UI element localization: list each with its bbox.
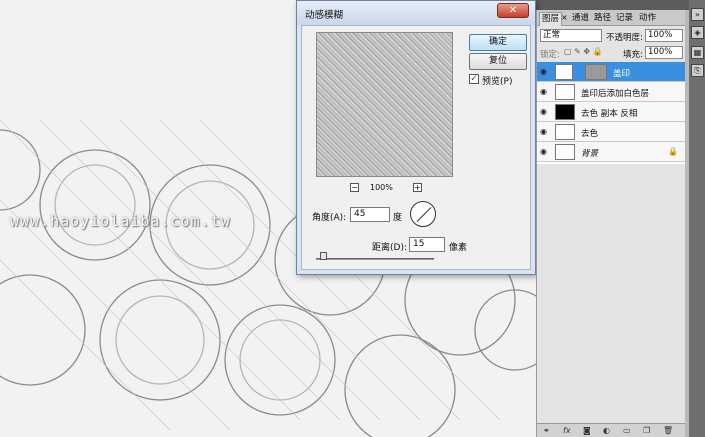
- lock-row: 锁定: ▢ ✎ ✥ 🔒 填充: 100%: [537, 45, 685, 61]
- layer-thumbnail: [555, 84, 575, 100]
- fill-input[interactable]: 100%: [645, 46, 683, 59]
- layer-row[interactable]: ◉ 去色: [537, 122, 686, 142]
- tab-channels[interactable]: 通道: [570, 12, 591, 26]
- eye-icon[interactable]: ◉: [540, 108, 550, 116]
- tab-layers[interactable]: 图层: [539, 12, 563, 26]
- eye-icon[interactable]: ◉: [540, 88, 550, 96]
- motion-blur-dialog: 动感模糊 ✕ − 100% + 确定 复位 ✓ 预览(P) 角度(A): 45 …: [296, 0, 536, 275]
- zoom-out-button[interactable]: −: [350, 183, 359, 192]
- clone-source-icon[interactable]: ⎘: [691, 64, 704, 77]
- panel-tabs: 图层 × 通道 路径 记录 动作: [537, 10, 685, 26]
- panel-bottom-bar: ⚭ fx ◙ ◐ ▭ ❐ 🗑: [537, 423, 685, 437]
- angle-input[interactable]: 45: [350, 207, 390, 222]
- preview-label: 预览(P): [482, 77, 513, 87]
- layer-row[interactable]: ◉ 盖印后添加白色层: [537, 82, 686, 102]
- distance-slider-track[interactable]: [316, 258, 434, 260]
- layer-thumbnail: [555, 124, 575, 140]
- new-layer-icon[interactable]: ❐: [643, 426, 650, 435]
- collapse-icon[interactable]: »: [691, 8, 704, 21]
- layer-thumbnail: [555, 64, 573, 80]
- zoom-in-button[interactable]: +: [413, 183, 422, 192]
- dialog-body: − 100% + 确定 复位 ✓ 预览(P) 角度(A): 45 度 距离(D)…: [301, 25, 531, 270]
- layers-list: ◉ 盖印 ◉ 盖印后添加白色层 ◉ 去色 副本 反相 ◉ 去色 ◉ 背景 🔒: [537, 62, 686, 164]
- brush-preset-icon[interactable]: ▦: [691, 46, 704, 59]
- lock-icon: 🔒: [668, 147, 678, 156]
- mask-icon[interactable]: ◙: [583, 426, 591, 435]
- layer-row[interactable]: ◉ 背景 🔒: [537, 142, 686, 162]
- blend-mode-select[interactable]: 正常: [540, 29, 602, 42]
- layer-name: 去色: [581, 129, 599, 139]
- dialog-titlebar[interactable]: 动感模糊 ✕: [297, 1, 535, 25]
- preview-checkbox[interactable]: ✓: [469, 74, 479, 84]
- layer-row[interactable]: ◉ 去色 副本 反相: [537, 102, 686, 122]
- opacity-label: 不透明度:: [606, 33, 643, 43]
- tab-paths[interactable]: 路径: [592, 12, 613, 26]
- watermark-text: www.haoyiolaiba.com.tw: [10, 212, 231, 230]
- eye-icon[interactable]: ◉: [540, 68, 550, 76]
- layer-row[interactable]: ◉ 盖印: [537, 62, 686, 82]
- eye-icon[interactable]: ◉: [540, 148, 550, 156]
- fill-label: 填充:: [623, 50, 643, 60]
- filter-preview[interactable]: [316, 32, 453, 177]
- layers-panel: 图层 × 通道 路径 记录 动作 正常 不透明度: 100% 锁定: ▢ ✎ ✥…: [536, 10, 686, 437]
- lock-icons[interactable]: ▢ ✎ ✥ 🔒: [564, 47, 603, 56]
- side-toolbar: » ◈ ▦ ⎘: [689, 0, 705, 437]
- layer-thumbnail: [555, 104, 575, 120]
- angle-dial[interactable]: [410, 201, 436, 227]
- fx-icon[interactable]: fx: [563, 426, 571, 435]
- angle-label: 角度(A):: [312, 213, 347, 223]
- tab-close-icon[interactable]: ×: [561, 13, 568, 22]
- blend-row: 正常 不透明度: 100%: [537, 28, 685, 44]
- layer-name: 盖印: [613, 69, 631, 79]
- zoom-percent: 100%: [370, 183, 393, 192]
- eye-icon[interactable]: ◉: [540, 128, 550, 136]
- layer-name: 盖印后添加白色层: [581, 89, 650, 99]
- distance-label: 距离(D):: [372, 243, 407, 253]
- opacity-input[interactable]: 100%: [645, 29, 683, 42]
- distance-slider-thumb[interactable]: [320, 252, 327, 260]
- reset-button[interactable]: 复位: [469, 53, 527, 70]
- adjustment-icon[interactable]: ◐: [603, 426, 610, 435]
- layer-name: 背景: [581, 149, 599, 159]
- layer-thumbnail: [555, 144, 575, 160]
- tab-history[interactable]: 记录: [614, 12, 635, 26]
- close-icon[interactable]: ✕: [497, 3, 529, 18]
- distance-unit: 像素: [449, 243, 468, 253]
- layer-mask-thumbnail: [585, 64, 607, 80]
- dialog-title: 动感模糊: [305, 10, 344, 21]
- tab-actions[interactable]: 动作: [637, 12, 658, 26]
- panel-top-strip: [536, 0, 689, 10]
- link-icon[interactable]: ⚭: [543, 426, 550, 435]
- distance-input[interactable]: 15: [409, 237, 445, 252]
- lock-label: 锁定:: [540, 50, 560, 60]
- group-icon[interactable]: ▭: [623, 426, 631, 435]
- trash-icon[interactable]: 🗑: [663, 426, 673, 435]
- 3d-icon[interactable]: ◈: [691, 26, 704, 39]
- ok-button[interactable]: 确定: [469, 34, 527, 51]
- layer-name: 去色 副本 反相: [581, 109, 638, 119]
- angle-unit: 度: [393, 213, 403, 223]
